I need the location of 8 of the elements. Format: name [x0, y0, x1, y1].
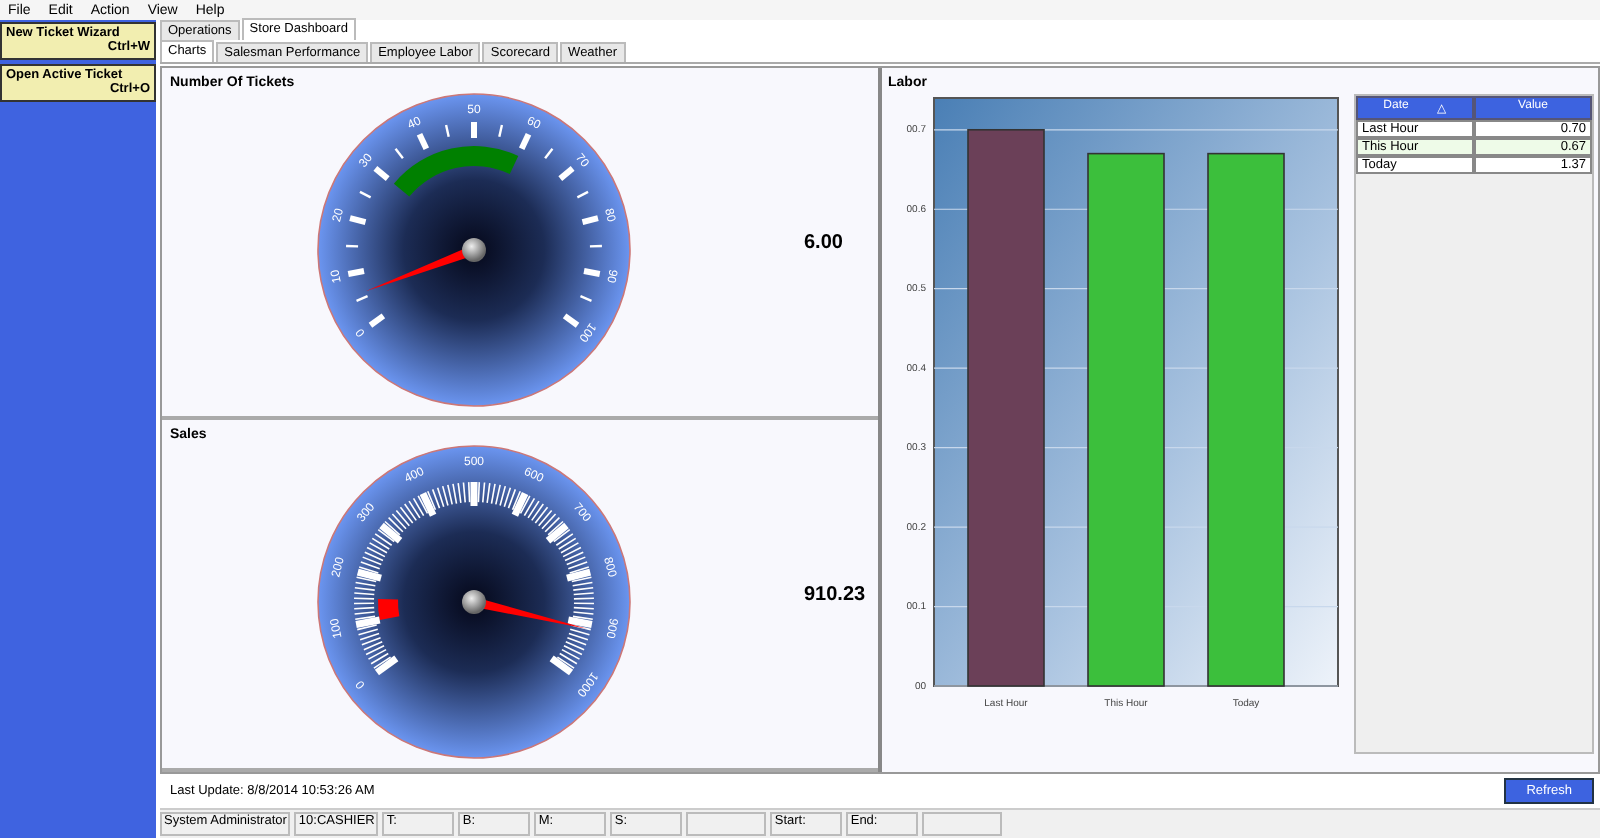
needle-hub — [462, 590, 486, 614]
status-cell — [686, 812, 767, 836]
status-cell — [922, 812, 1003, 836]
range-band — [393, 146, 519, 197]
needle-hub — [462, 238, 486, 262]
gauge-reading: 6.00 — [804, 231, 843, 253]
range-band — [378, 599, 400, 620]
gauge-reading: 910.23 — [804, 583, 866, 605]
